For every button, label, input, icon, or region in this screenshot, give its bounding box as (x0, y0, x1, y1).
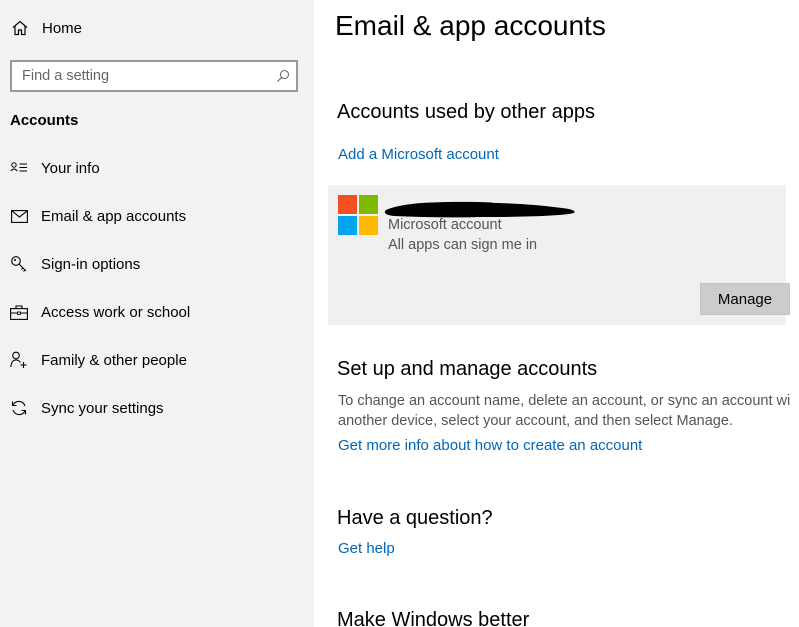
nav-item-email-app-accounts[interactable]: Email & app accounts (0, 196, 314, 236)
search-input[interactable] (12, 68, 270, 84)
nav-item-sync-settings[interactable]: Sync your settings (0, 388, 314, 428)
nav-home-item[interactable]: Home (10, 14, 300, 42)
redacted-account-name (384, 201, 575, 218)
microsoft-logo-icon (338, 195, 378, 235)
nav-item-label: Sync your settings (41, 399, 164, 417)
home-icon (10, 18, 30, 38)
make-windows-better-heading: Make Windows better (337, 609, 530, 627)
account-list-item[interactable]: Microsoft account All apps can sign me i… (328, 185, 790, 325)
account-type-label: Microsoft account (388, 217, 502, 233)
nav-item-your-info[interactable]: Your info (0, 148, 314, 188)
find-setting-search (10, 60, 298, 92)
manage-button[interactable]: Manage (700, 283, 790, 315)
nav-item-label: Email & app accounts (41, 207, 187, 225)
question-heading: Have a question? (337, 507, 493, 529)
nav-item-access-work-school[interactable]: Access work or school (0, 292, 314, 332)
nav-section-title: Accounts (10, 112, 79, 129)
page-title: Email & app accounts (335, 10, 606, 41)
search-icon[interactable] (270, 69, 296, 83)
nav-item-label: Sign-in options (41, 255, 141, 273)
settings-main-pane: Email & app accounts Accounts used by ot… (314, 0, 799, 627)
person-add-icon (9, 350, 29, 370)
create-account-info-link[interactable]: Get more info about how to create an acc… (338, 437, 642, 454)
nav-item-family-other-people[interactable]: Family & other people (0, 340, 314, 380)
account-subtitle: All apps can sign me in (388, 237, 538, 253)
add-microsoft-account-link[interactable]: Add a Microsoft account (338, 146, 499, 163)
nav-item-label: Access work or school (41, 303, 191, 321)
nav-item-sign-in-options[interactable]: Sign-in options (0, 244, 314, 284)
setup-description-line2: another device, select your account, and… (338, 413, 733, 429)
accounts-used-heading: Accounts used by other apps (337, 101, 595, 123)
sync-icon (9, 398, 29, 418)
get-help-link[interactable]: Get help (338, 540, 395, 557)
briefcase-icon (9, 302, 29, 322)
nav-home-label: Home (42, 19, 83, 37)
settings-nav-pane: Home Accounts Your info Email & app acco… (0, 0, 314, 627)
nav-item-label: Family & other people (41, 351, 187, 369)
setup-manage-heading: Set up and manage accounts (337, 358, 598, 380)
nav-item-label: Your info (41, 159, 100, 177)
setup-description-line1: To change an account name, delete an acc… (338, 393, 791, 409)
key-icon (9, 254, 29, 274)
person-card-icon (9, 158, 29, 178)
mail-icon (9, 206, 29, 226)
